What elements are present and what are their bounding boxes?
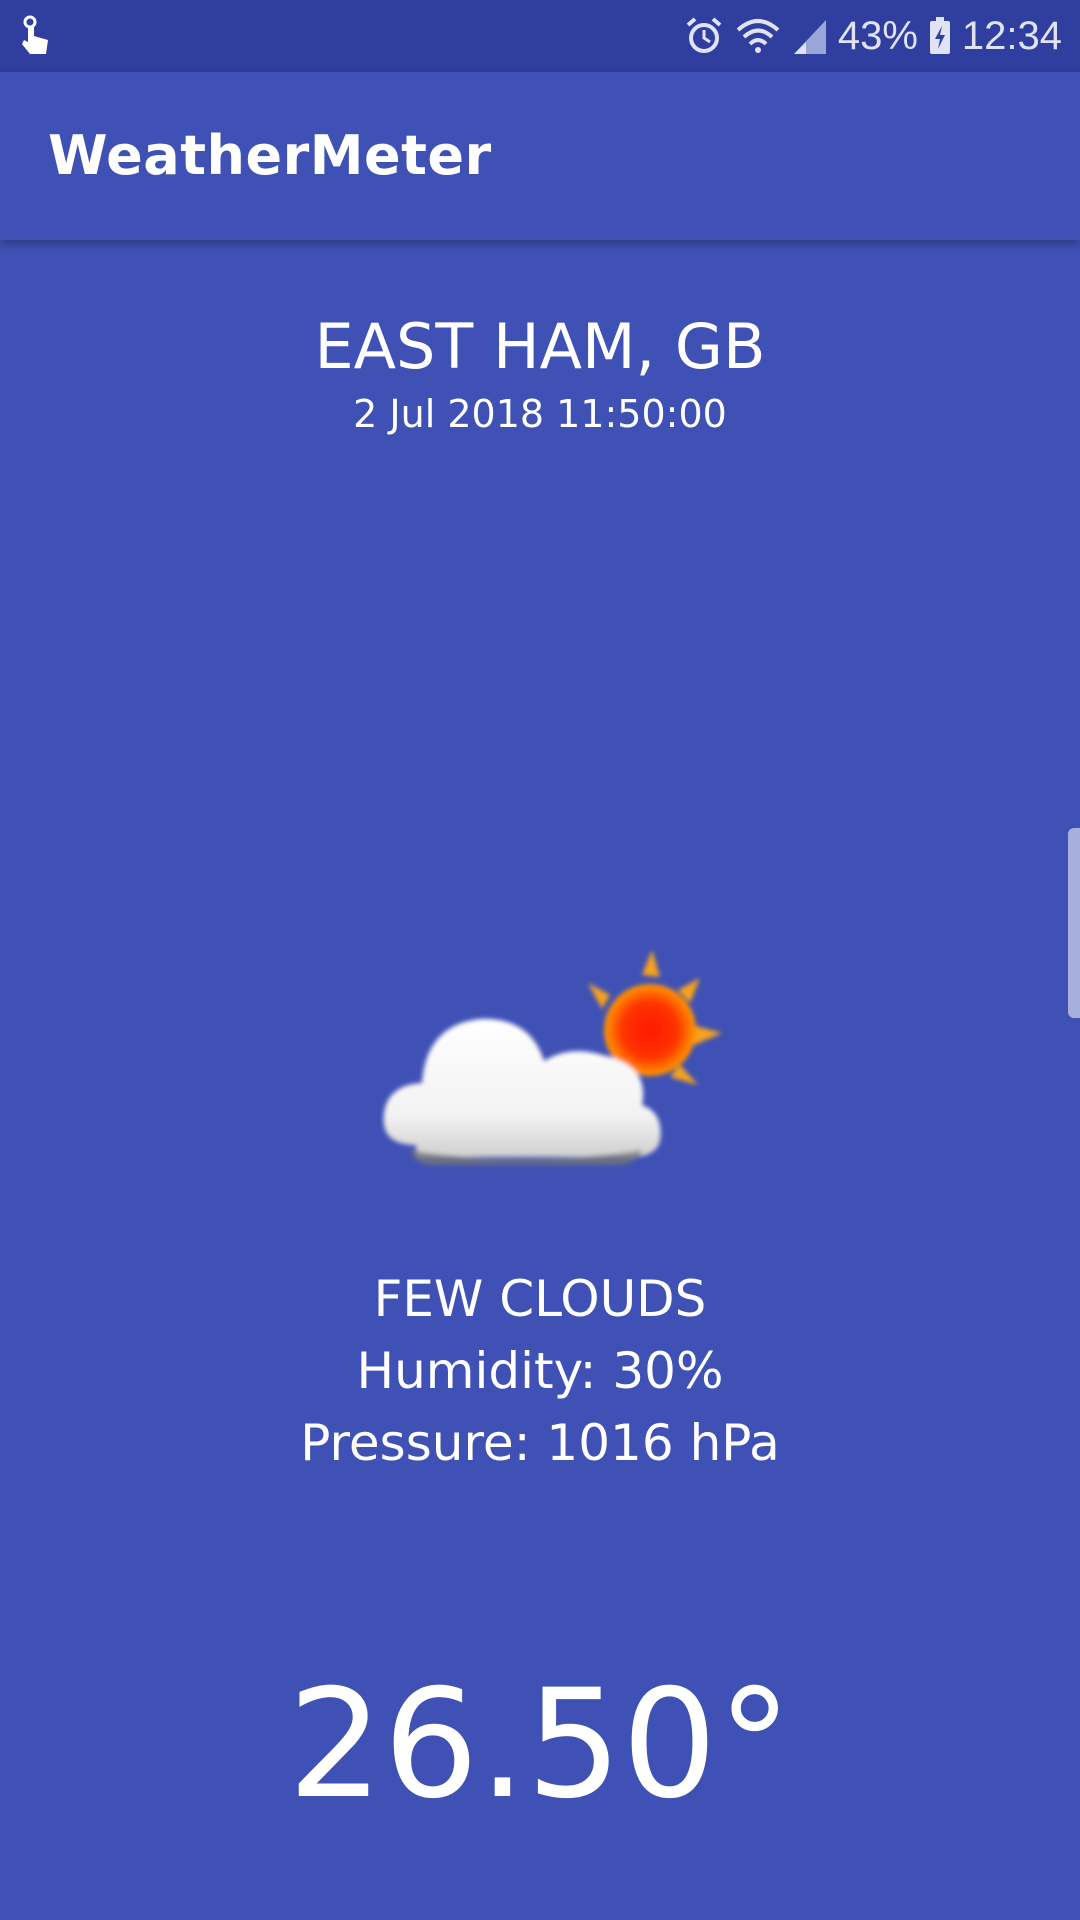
signal-icon: [792, 16, 828, 56]
temperature-label: 26.50°: [287, 1658, 793, 1832]
weather-content: EAST HAM, GB 2 Jul 2018 11:50:00 FEW CLO…: [0, 240, 1080, 1920]
wifi-icon: [734, 16, 782, 56]
app-bar: WeatherMeter: [0, 72, 1080, 240]
status-time: 12:34: [961, 13, 1062, 58]
touch-icon: [16, 14, 56, 58]
few-clouds-icon: [380, 945, 740, 1175]
humidity-label: Humidity: 30%: [356, 1342, 724, 1400]
location-label: EAST HAM, GB: [314, 310, 766, 383]
pressure-label: Pressure: 1016 hPa: [300, 1414, 780, 1472]
app-title: WeatherMeter: [48, 124, 492, 187]
battery-percent: 43%: [837, 13, 918, 58]
alarm-icon: [684, 16, 724, 56]
edge-panel-handle[interactable]: [1068, 828, 1080, 1018]
datetime-label: 2 Jul 2018 11:50:00: [353, 392, 727, 436]
status-bar: 43% 12:34: [0, 0, 1080, 72]
status-icons: 43% 12:34: [684, 0, 1062, 72]
condition-label: FEW CLOUDS: [373, 1270, 707, 1328]
battery-charging-icon: [928, 16, 952, 56]
